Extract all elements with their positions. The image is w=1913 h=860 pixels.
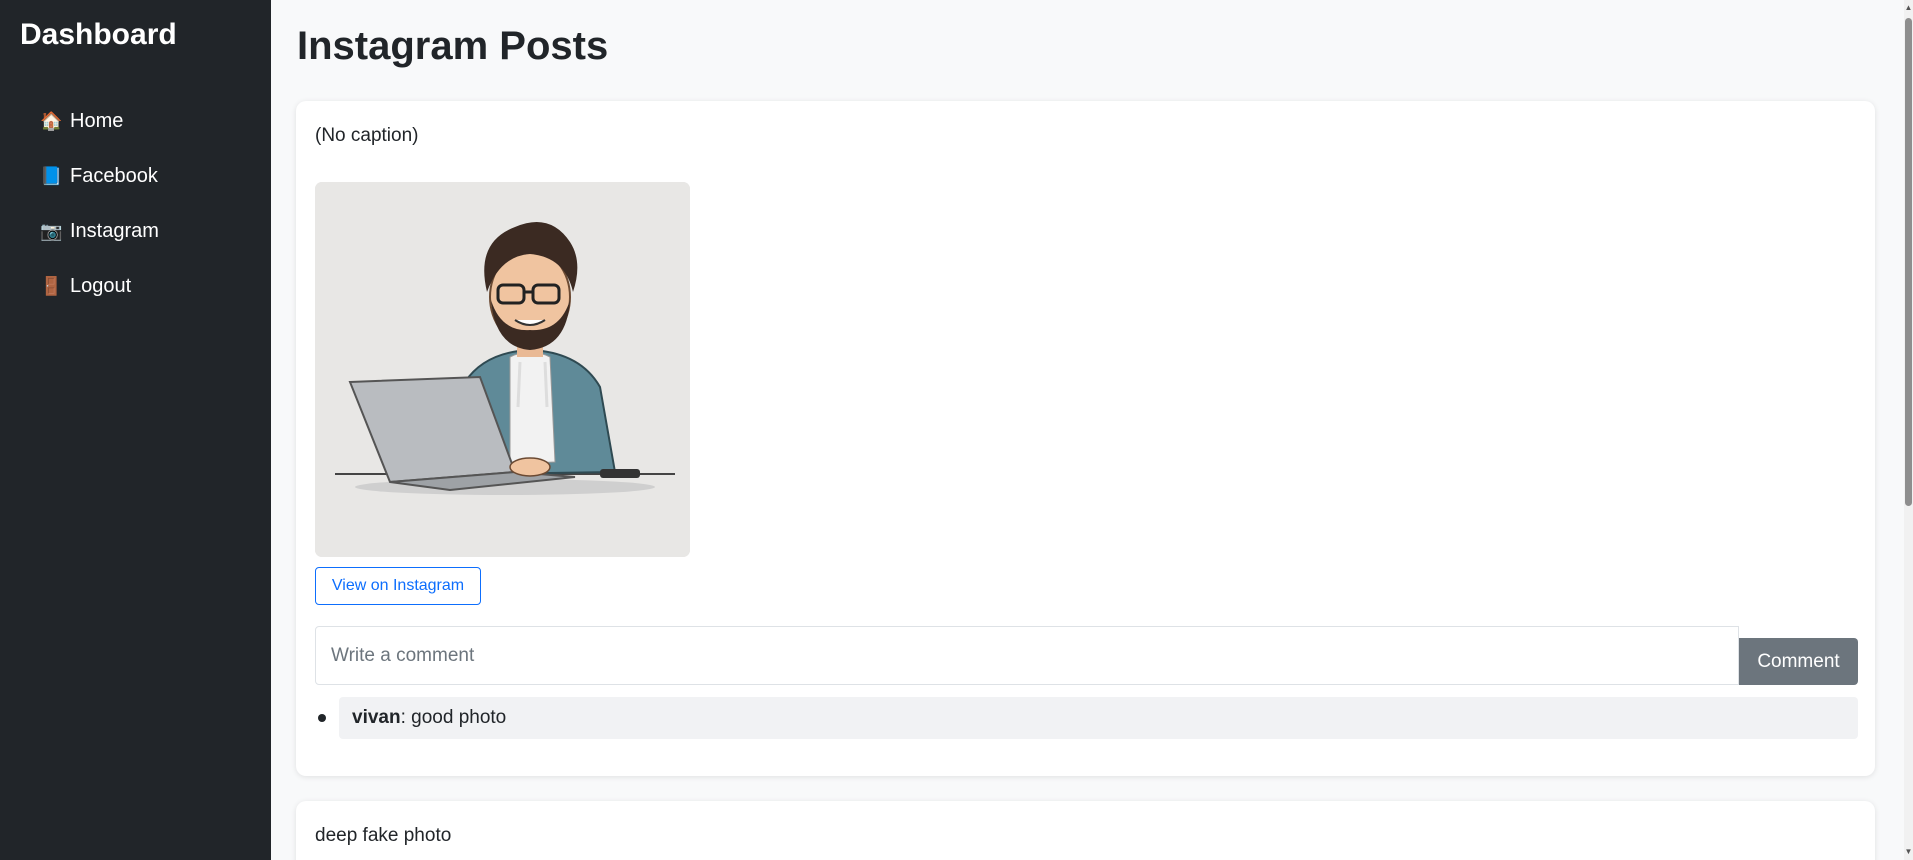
scroll-up-arrow-icon[interactable]: ▲ [1904,2,1913,14]
comment-input[interactable] [315,626,1739,685]
home-icon: 🏠 [40,111,63,131]
view-on-instagram-button[interactable]: View on Instagram [315,567,481,605]
man-with-laptop-illustration [315,182,690,557]
comment-separator: : [400,707,412,728]
scrollbar-thumb[interactable] [1905,18,1912,506]
sidebar-item-label: Home [70,110,124,132]
sidebar: Dashboard 🏠 Home 📘 Facebook 📷 Instagram … [0,0,271,860]
sidebar-item-logout[interactable]: 🚪 Logout [40,259,159,314]
page-title: Instagram Posts [297,24,609,68]
comment-user: vivan [352,707,401,728]
post-caption: (No caption) [315,125,419,146]
sidebar-item-label: Logout [70,275,132,297]
sidebar-nav: 🏠 Home 📘 Facebook 📷 Instagram 🚪 Logout [40,94,159,314]
sidebar-brand: Dashboard [20,18,177,51]
scroll-down-arrow-icon[interactable]: ▼ [1904,846,1913,858]
comment-text: good photo [411,707,507,728]
facebook-book-icon: 📘 [40,166,63,186]
post-card: deep fake photo [296,801,1875,860]
list-item: vivan : good photo [315,697,1858,739]
vertical-scrollbar[interactable]: ▲ ▼ [1904,0,1913,860]
sidebar-item-instagram[interactable]: 📷 Instagram [40,204,159,259]
comment-form: Comment [315,626,1858,685]
sidebar-item-label: Instagram [70,220,159,242]
camera-icon: 📷 [40,221,63,241]
post-image [315,182,690,557]
comment-button[interactable]: Comment [1739,638,1858,685]
door-icon: 🚪 [40,276,63,296]
comment: vivan : good photo [339,697,1858,739]
sidebar-item-label: Facebook [70,165,158,187]
post-card: (No caption) View on Instagram Write a c… [296,101,1875,776]
sidebar-item-home[interactable]: 🏠 Home [40,94,159,149]
post-caption: deep fake photo [315,825,452,846]
sidebar-item-facebook[interactable]: 📘 Facebook [40,149,159,204]
comment-list: vivan : good photo [315,697,1858,739]
bullet-icon [318,714,326,722]
main-content: Instagram Posts (No caption) View on Ins… [271,0,1904,860]
